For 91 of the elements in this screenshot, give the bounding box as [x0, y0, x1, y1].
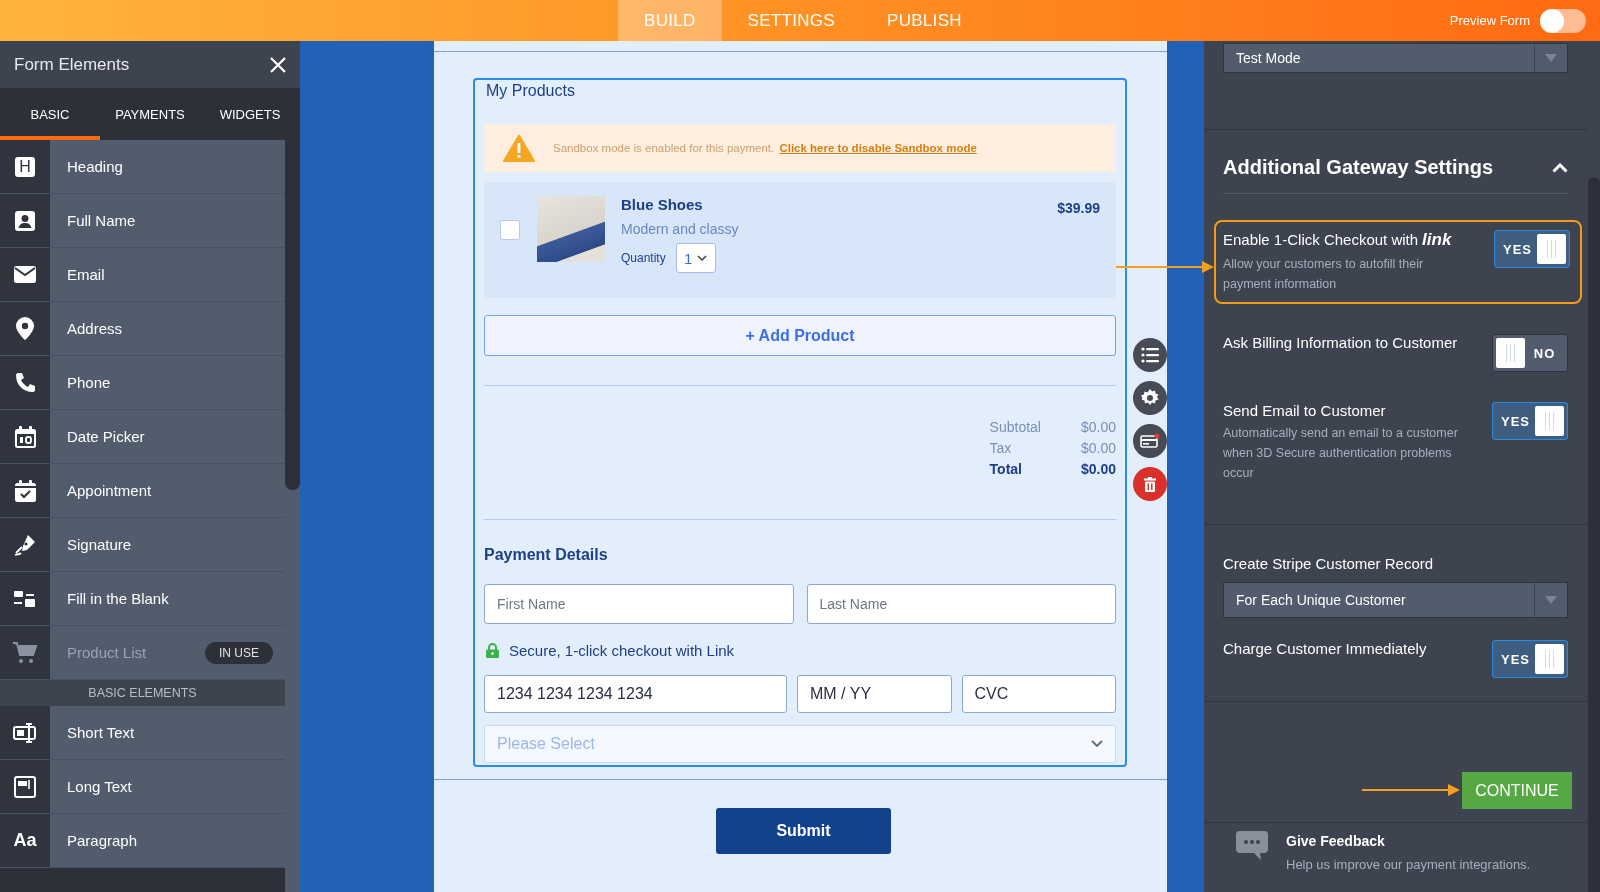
triangle-down-icon	[1545, 54, 1557, 62]
list-icon	[1141, 347, 1159, 363]
element-list-item[interactable]: Phone	[50, 356, 285, 409]
text-field-icon	[13, 721, 37, 744]
feedback-title: Give Feedback	[1286, 833, 1386, 849]
settings-button[interactable]	[1133, 381, 1167, 415]
warning-icon	[503, 134, 535, 162]
properties-button[interactable]	[1133, 338, 1167, 372]
quantity-select[interactable]: 1	[675, 243, 716, 273]
preview-form-label: Preview Form	[1449, 13, 1530, 28]
option-label: Enable 1-Click Checkout with link	[1223, 230, 1453, 250]
total-value: $0.00	[1080, 461, 1116, 477]
feedback-text: Help us improve our payment integrations.	[1286, 857, 1531, 872]
option-description: Allow your customers to autofill their payment information	[1223, 256, 1425, 293]
calendar-check-icon	[14, 479, 36, 502]
option-description: Automatically send an email to a customer when 3D Secure authentication problems occur	[1223, 425, 1459, 482]
total-value: $0.00	[1080, 419, 1116, 435]
element-list-item[interactable]: Email	[50, 248, 285, 301]
total-label: Subtotal	[989, 419, 1041, 435]
cvc-field[interactable]: CVC	[961, 675, 1116, 713]
in-use-badge: IN USE	[205, 641, 273, 664]
notice-text: Sandbox mode is enabled for this payment. Click here to disable Sandbox mode	[553, 142, 977, 154]
panel-title: Form Elements	[14, 54, 130, 75]
element-list-item[interactable]: Date Picker	[50, 410, 285, 463]
category-tab[interactable]: PAYMENTS	[100, 88, 200, 140]
scrollbar-thumb[interactable]	[285, 140, 300, 490]
section-title: Payment Details	[484, 546, 609, 564]
element-list-item[interactable]: Long Text	[50, 760, 285, 813]
text-area-icon	[14, 775, 36, 798]
heading-icon: H	[15, 156, 35, 177]
field-label: My Products	[486, 82, 576, 100]
category-tab[interactable]: WIDGETS	[200, 88, 300, 140]
chat-bubble-icon	[1236, 831, 1268, 861]
toggle-switch[interactable]: YES	[1494, 230, 1570, 268]
triangle-down-icon	[1545, 596, 1557, 604]
chevron-up-icon[interactable]	[1552, 162, 1568, 173]
option-label: Send Email to Customer	[1223, 402, 1387, 419]
card-number-field[interactable]: 1234 1234 1234 1234	[484, 675, 787, 713]
chevron-down-icon	[697, 255, 708, 261]
paragraph-icon: Aa	[13, 830, 37, 851]
product-list-field[interactable]	[473, 78, 1127, 767]
toggle-switch[interactable]: YES	[1492, 402, 1568, 440]
person-card-icon	[14, 209, 36, 232]
section-header: BASIC ELEMENTS	[0, 680, 285, 706]
map-pin-icon	[16, 317, 34, 340]
product-name: Blue Shoes	[621, 196, 704, 213]
settings-icon	[1141, 389, 1159, 407]
close-icon[interactable]	[270, 56, 286, 73]
mode-select[interactable]: Test Mode	[1223, 43, 1568, 73]
delete-button[interactable]	[1133, 467, 1167, 501]
first-name-field[interactable]: First Name	[484, 584, 794, 624]
phone-icon	[14, 371, 36, 394]
section-title: Additional Gateway Settings	[1223, 156, 1494, 179]
shopping-cart-icon	[13, 641, 37, 664]
product-price: $39.99	[1057, 200, 1100, 216]
option-label: Ask Billing Information to Customer	[1223, 334, 1458, 351]
toggle-switch[interactable]: NO	[1492, 334, 1568, 372]
add-product-button[interactable]: + Add Product	[484, 315, 1116, 356]
expiry-field[interactable]: MM / YY	[797, 675, 952, 713]
fill-blank-icon	[13, 588, 37, 609]
element-list-item[interactable]: Fill in the Blank	[50, 572, 285, 625]
total-value: $0.00	[1080, 440, 1116, 456]
element-list-item[interactable]: Full Name	[50, 194, 285, 247]
option-label: Charge Customer Immediately	[1223, 640, 1427, 657]
element-list-item[interactable]: Heading	[50, 140, 285, 193]
customer-record-select[interactable]: For Each Unique Customer	[1223, 582, 1568, 618]
checkbox[interactable]	[500, 220, 520, 240]
preview-toggle[interactable]	[1540, 8, 1586, 33]
submit-button[interactable]: Submit	[716, 808, 891, 854]
element-list-item[interactable]: Short Text	[50, 706, 285, 759]
secure-checkout-note: Secure, 1-click checkout with Link	[509, 642, 735, 659]
quantity-label: Quantity	[621, 251, 666, 265]
element-list-item[interactable]: Appointment	[50, 464, 285, 517]
photo-placeholder	[537, 196, 605, 262]
total-label: Total	[989, 461, 1023, 477]
element-list-item[interactable]: Paragraph	[50, 814, 285, 867]
element-list-item[interactable]: Signature	[50, 518, 285, 571]
trash-icon	[1144, 476, 1156, 492]
calendar-icon	[14, 425, 36, 448]
last-name-field[interactable]: Last Name	[806, 584, 1116, 624]
payment-card-button[interactable]	[1133, 424, 1167, 458]
option-label: Create Stripe Customer Record	[1223, 555, 1435, 572]
total-label: Tax	[989, 440, 1013, 456]
toggle-switch[interactable]: YES	[1492, 640, 1568, 678]
element-list-item[interactable]: Address	[50, 302, 285, 355]
product-description: Modern and classy	[621, 221, 740, 237]
credit-card-icon	[1140, 433, 1160, 449]
lock-icon	[486, 643, 499, 658]
pen-nib-icon	[14, 533, 36, 556]
envelope-icon	[14, 266, 36, 283]
chevron-down-icon	[1091, 740, 1103, 748]
